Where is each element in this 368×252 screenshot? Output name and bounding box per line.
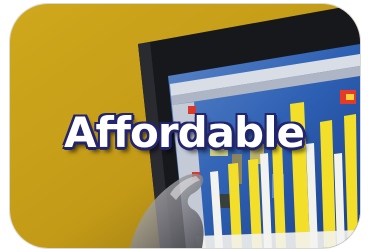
caption-text: Affordable [64, 108, 305, 157]
tile[interactable]: Affordable [0, 0, 368, 252]
